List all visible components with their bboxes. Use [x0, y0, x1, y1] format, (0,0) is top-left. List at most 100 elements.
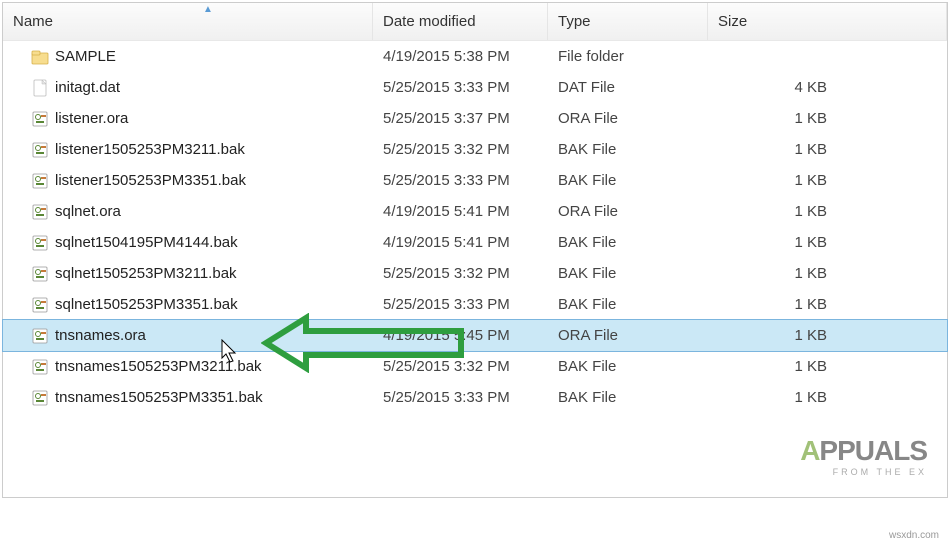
cell-type: ORA File	[548, 327, 708, 344]
bak-icon	[31, 265, 49, 283]
cell-name: listener1505253PM3211.bak	[3, 141, 373, 159]
cell-size: 1 KB	[708, 296, 947, 313]
column-header-size-label: Size	[718, 13, 747, 30]
file-type-label: BAK File	[558, 296, 616, 313]
file-date-label: 5/25/2015 3:32 PM	[383, 141, 510, 158]
cell-name: listener.ora	[3, 110, 373, 128]
cell-name: tnsnames.ora	[3, 327, 373, 345]
watermark-brand-rest: PPUALS	[819, 435, 927, 466]
cell-date: 5/25/2015 3:32 PM	[373, 265, 548, 282]
cell-date: 5/25/2015 3:33 PM	[373, 172, 548, 189]
file-size-label: 4 KB	[794, 79, 827, 96]
table-row[interactable]: tnsnames1505253PM3351.bak 5/25/2015 3:33…	[3, 382, 947, 413]
file-type-label: DAT File	[558, 79, 615, 96]
bak-icon	[31, 141, 49, 159]
file-date-label: 4/19/2015 5:45 PM	[383, 327, 510, 344]
cell-type: BAK File	[548, 141, 708, 158]
cell-size: 1 KB	[708, 172, 947, 189]
file-size-label: 1 KB	[794, 234, 827, 251]
cell-date: 5/25/2015 3:33 PM	[373, 296, 548, 313]
cell-type: BAK File	[548, 234, 708, 251]
cell-date: 4/19/2015 5:41 PM	[373, 203, 548, 220]
file-type-label: BAK File	[558, 389, 616, 406]
file-name-label: sqlnet1505253PM3351.bak	[55, 296, 238, 313]
cell-name: sqlnet.ora	[3, 203, 373, 221]
file-size-label: 1 KB	[794, 296, 827, 313]
file-size-label: 1 KB	[794, 141, 827, 158]
file-name-label: initagt.dat	[55, 79, 120, 96]
file-type-label: ORA File	[558, 327, 618, 344]
file-type-label: BAK File	[558, 234, 616, 251]
cell-size: 1 KB	[708, 110, 947, 127]
cell-date: 5/25/2015 3:32 PM	[373, 358, 548, 375]
source-credit: wsxdn.com	[889, 530, 939, 541]
column-header-type[interactable]: Type	[548, 3, 708, 40]
ora-icon	[31, 327, 49, 345]
table-row[interactable]: sqlnet1504195PM4144.bak 4/19/2015 5:41 P…	[3, 227, 947, 258]
cell-size: 1 KB	[708, 141, 947, 158]
file-name-label: tnsnames.ora	[55, 327, 146, 344]
file-date-label: 5/25/2015 3:32 PM	[383, 265, 510, 282]
bak-icon	[31, 358, 49, 376]
file-type-label: ORA File	[558, 203, 618, 220]
column-header-name-label: Name	[13, 13, 53, 30]
file-date-label: 5/25/2015 3:33 PM	[383, 296, 510, 313]
file-size-label: 1 KB	[794, 265, 827, 282]
bak-icon	[31, 172, 49, 190]
column-header-type-label: Type	[558, 13, 591, 30]
table-row[interactable]: listener1505253PM3211.bak 5/25/2015 3:32…	[3, 134, 947, 165]
cell-type: BAK File	[548, 172, 708, 189]
cell-type: DAT File	[548, 79, 708, 96]
cell-size: 1 KB	[708, 358, 947, 375]
cell-size: 1 KB	[708, 265, 947, 282]
cell-name: tnsnames1505253PM3211.bak	[3, 358, 373, 376]
file-name-label: listener1505253PM3351.bak	[55, 172, 246, 189]
sort-ascending-icon: ▲	[203, 4, 213, 15]
column-header-date[interactable]: Date modified	[373, 3, 548, 40]
file-date-label: 5/25/2015 3:33 PM	[383, 79, 510, 96]
file-date-label: 5/25/2015 3:37 PM	[383, 110, 510, 127]
cell-date: 5/25/2015 3:32 PM	[373, 141, 548, 158]
file-name-label: sqlnet1505253PM3211.bak	[55, 265, 237, 282]
cell-name: tnsnames1505253PM3351.bak	[3, 389, 373, 407]
file-type-label: BAK File	[558, 141, 616, 158]
cell-type: File folder	[548, 48, 708, 65]
cell-type: BAK File	[548, 389, 708, 406]
file-name-label: listener.ora	[55, 110, 128, 127]
watermark-brand: APPUALS	[800, 435, 927, 467]
file-type-label: BAK File	[558, 172, 616, 189]
cell-date: 4/19/2015 5:45 PM	[373, 327, 548, 344]
table-row[interactable]: tnsnames.ora 4/19/2015 5:45 PM ORA File …	[3, 320, 947, 351]
file-size-label: 1 KB	[794, 327, 827, 344]
file-size-label: 1 KB	[794, 203, 827, 220]
file-size-label: 1 KB	[794, 172, 827, 189]
cell-size: 1 KB	[708, 389, 947, 406]
cell-name: listener1505253PM3351.bak	[3, 172, 373, 190]
table-row[interactable]: listener.ora 5/25/2015 3:37 PM ORA File …	[3, 103, 947, 134]
table-row[interactable]: listener1505253PM3351.bak 5/25/2015 3:33…	[3, 165, 947, 196]
table-row[interactable]: sqlnet1505253PM3351.bak 5/25/2015 3:33 P…	[3, 289, 947, 320]
file-date-label: 5/25/2015 3:33 PM	[383, 172, 510, 189]
table-row[interactable]: SAMPLE 4/19/2015 5:38 PM File folder	[3, 41, 947, 72]
table-row[interactable]: tnsnames1505253PM3211.bak 5/25/2015 3:32…	[3, 351, 947, 382]
table-row[interactable]: sqlnet.ora 4/19/2015 5:41 PM ORA File 1 …	[3, 196, 947, 227]
watermark-brand-a: A	[800, 435, 819, 466]
column-header-size[interactable]: Size	[708, 3, 947, 40]
file-size-label: 1 KB	[794, 110, 827, 127]
column-header-name[interactable]: Name ▲	[3, 3, 373, 40]
cell-name: sqlnet1505253PM3351.bak	[3, 296, 373, 314]
file-list: SAMPLE 4/19/2015 5:38 PM File folder ini…	[3, 41, 947, 413]
cell-type: ORA File	[548, 110, 708, 127]
cell-size: 1 KB	[708, 327, 947, 344]
cell-type: ORA File	[548, 203, 708, 220]
column-header-row: Name ▲ Date modified Type Size	[3, 3, 947, 41]
file-date-label: 5/25/2015 3:33 PM	[383, 389, 510, 406]
file-size-label: 1 KB	[794, 389, 827, 406]
table-row[interactable]: initagt.dat 5/25/2015 3:33 PM DAT File 4…	[3, 72, 947, 103]
table-row[interactable]: sqlnet1505253PM3211.bak 5/25/2015 3:32 P…	[3, 258, 947, 289]
bak-icon	[31, 296, 49, 314]
cell-type: BAK File	[548, 358, 708, 375]
file-name-label: tnsnames1505253PM3211.bak	[55, 358, 262, 375]
cell-name: sqlnet1505253PM3211.bak	[3, 265, 373, 283]
file-explorer-window: Name ▲ Date modified Type Size SAMPLE 4/…	[2, 2, 948, 498]
